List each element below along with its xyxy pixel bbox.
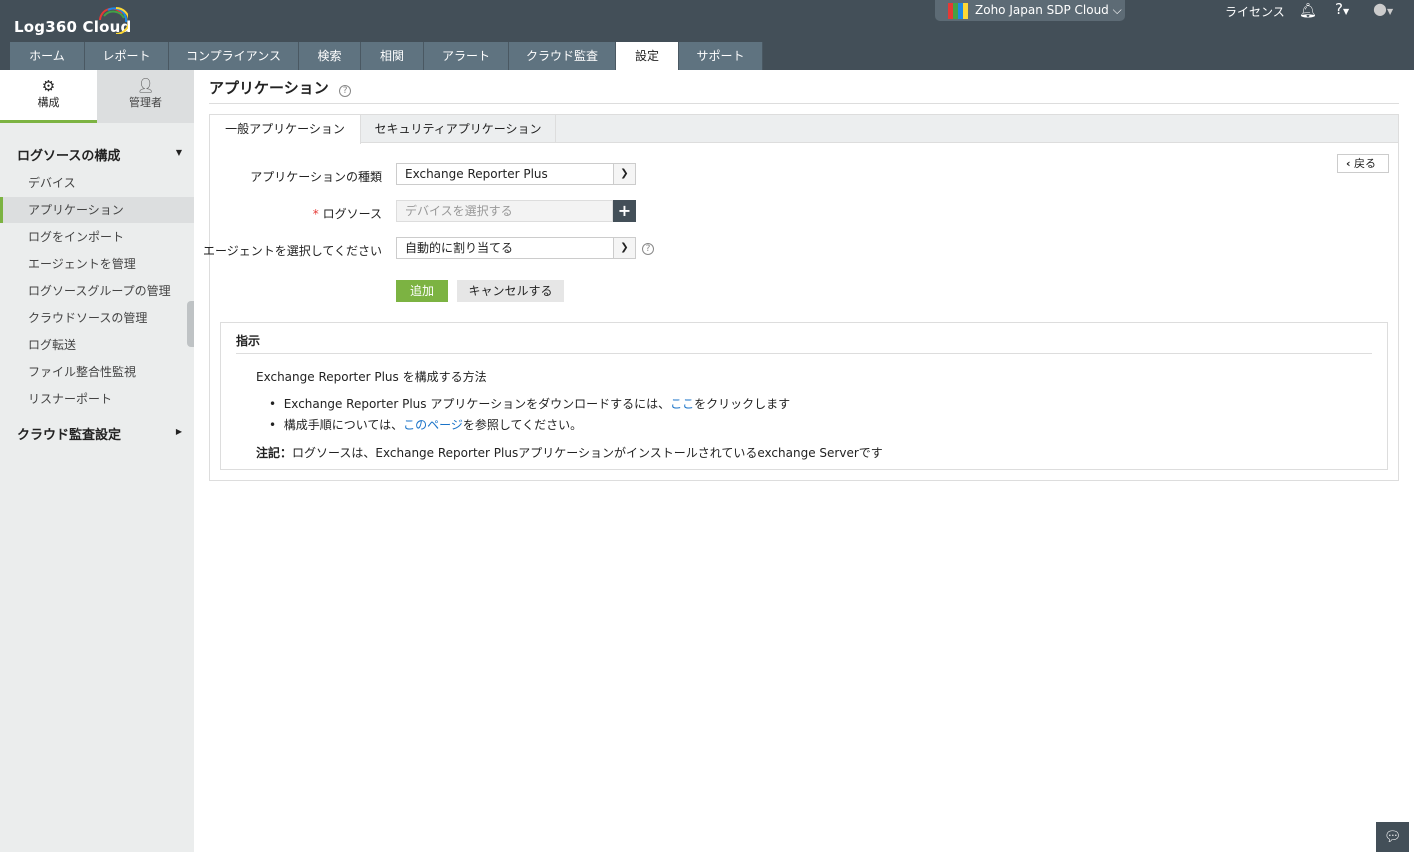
instructions-heading: Exchange Reporter Plus を構成する方法 bbox=[256, 370, 487, 384]
user-icon: 👤︎ bbox=[136, 78, 155, 94]
sidebar-item-file-integrity[interactable]: ファイル整合性監視 bbox=[0, 359, 194, 385]
user-avatar-icon[interactable]: ●▼ bbox=[1373, 0, 1393, 18]
logo-arc-icon bbox=[99, 7, 128, 34]
bullet-text: Exchange Reporter Plus アプリケーションをダウンロードする… bbox=[283, 397, 671, 411]
chevron-down-icon: ⌵ bbox=[1112, 3, 1122, 17]
note: 注記：ログソースは、Exchange Reporter Plusアプリケーション… bbox=[256, 444, 883, 461]
add-source-plus-icon[interactable]: + bbox=[613, 200, 636, 222]
nav-cloud-audit[interactable]: クラウド監査 bbox=[509, 42, 616, 70]
instruction-bullet: • Exchange Reporter Plus アプリケーションをダウンロード… bbox=[269, 397, 791, 411]
section-cloud-audit-settings[interactable]: クラウド監査設定 ▶ bbox=[17, 424, 182, 443]
sidebar-tab-admin[interactable]: 👤︎ 管理者 bbox=[97, 70, 194, 123]
instructions-title: 指示 bbox=[236, 334, 261, 348]
nav-search[interactable]: 検索 bbox=[299, 42, 361, 70]
bullet-text: を参照してください。 bbox=[462, 418, 583, 432]
section-log-source-config[interactable]: ログソースの構成 ▼ bbox=[17, 145, 182, 164]
divider bbox=[209, 103, 1399, 104]
back-button[interactable]: ‹ 戻る bbox=[1337, 154, 1389, 173]
org-selector[interactable]: Zoho Japan SDP Cloud ⌵ bbox=[935, 0, 1125, 21]
help-icon[interactable]: ? bbox=[642, 243, 654, 255]
help-menu[interactable]: ?▼ bbox=[1335, 0, 1349, 18]
sidebar-item-devices[interactable]: デバイス bbox=[0, 170, 194, 196]
section-label: クラウド監査設定 bbox=[17, 428, 122, 443]
sidebar-item-manage-agents[interactable]: エージェントを管理 bbox=[0, 251, 194, 277]
back-label: 戻る bbox=[1354, 157, 1377, 170]
gear-icon: ⚙ bbox=[41, 77, 56, 95]
tab-label: 管理者 bbox=[129, 96, 162, 109]
help-icon[interactable]: ? bbox=[339, 85, 352, 97]
app-type-value: Exchange Reporter Plus bbox=[405, 167, 548, 181]
chat-icon[interactable]: 💬︎ bbox=[1376, 822, 1409, 852]
nav-correlation[interactable]: 相関 bbox=[361, 42, 424, 70]
tab-general-apps[interactable]: 一般アプリケーション bbox=[210, 115, 361, 144]
top-header: Log360 Cloud Zoho Japan SDP Cloud ⌵ ライセン… bbox=[0, 0, 1414, 70]
nav-settings[interactable]: 設定 bbox=[616, 42, 679, 70]
cancel-button[interactable]: キャンセルする bbox=[457, 280, 564, 302]
page-title: アプリケーション ? bbox=[209, 77, 352, 98]
zoho-logo-icon bbox=[948, 3, 968, 19]
chevron-down-icon: ❯ bbox=[613, 164, 635, 184]
caret-down-icon: ▼ bbox=[175, 148, 182, 157]
sidebar-item-log-forwarding[interactable]: ログ転送 bbox=[0, 332, 194, 358]
application-panel: 一般アプリケーション セキュリティアプリケーション ‹ 戻る アプリケーションの… bbox=[203, 114, 1399, 481]
app-type-label: アプリケーションの種類 bbox=[210, 168, 382, 185]
sidebar-tab-config[interactable]: ⚙ 構成 bbox=[0, 70, 97, 123]
title-text: アプリケーション bbox=[209, 79, 329, 97]
sidebar-item-listener-port[interactable]: リスナーポート bbox=[0, 386, 194, 412]
caret-right-icon: ▶ bbox=[175, 427, 182, 436]
tab-label: 構成 bbox=[37, 96, 60, 109]
tab-security-apps[interactable]: セキュリティアプリケーション bbox=[361, 115, 556, 143]
bullet-text: 構成手順については、 bbox=[283, 418, 404, 432]
nav-support[interactable]: サポート bbox=[679, 42, 763, 70]
nav-compliance[interactable]: コンプライアンス bbox=[169, 42, 299, 70]
sidebar: ⚙ 構成 👤︎ 管理者 ログソースの構成 ▼ デバイス アプリケーション ログをインポ… bbox=[0, 70, 194, 852]
bullet-text: をクリックします bbox=[694, 397, 791, 411]
agent-value: 自動的に割り当てる bbox=[405, 241, 514, 255]
download-link[interactable]: ここ bbox=[670, 397, 694, 411]
nav-home[interactable]: ホーム bbox=[10, 42, 85, 70]
license-link[interactable]: ライセンス bbox=[1225, 3, 1285, 20]
log-source-label: * ログソース bbox=[210, 205, 382, 222]
sidebar-item-applications[interactable]: アプリケーション bbox=[0, 197, 194, 223]
required-label: * ログソース bbox=[313, 207, 382, 221]
note-label: 注記： bbox=[256, 446, 293, 460]
label-text: ログソース bbox=[322, 207, 382, 221]
log-source-input[interactable]: デバイスを選択する bbox=[396, 200, 613, 222]
app-type-select[interactable]: Exchange Reporter Plus ❯ bbox=[396, 163, 636, 185]
nav-alerts[interactable]: アラート bbox=[424, 42, 509, 70]
instruction-bullet: • 構成手順については、このページを参照してください。 bbox=[269, 418, 583, 432]
docs-link[interactable]: このページ bbox=[403, 418, 463, 432]
help-icon: ? bbox=[1335, 0, 1343, 18]
sidebar-item-import-logs[interactable]: ログをインポート bbox=[0, 224, 194, 250]
sidebar-collapse-handle[interactable] bbox=[187, 301, 194, 347]
sidebar-item-source-groups[interactable]: ログソースグループの管理 bbox=[0, 278, 194, 304]
label-text: アプリケーションの種類 bbox=[250, 170, 382, 184]
chevron-down-icon: ❯ bbox=[613, 238, 635, 258]
agent-label: エージェントを選択してください bbox=[203, 242, 382, 259]
org-name: Zoho Japan SDP Cloud bbox=[975, 3, 1109, 17]
agent-select[interactable]: 自動的に割り当てる ❯ bbox=[396, 237, 636, 259]
divider bbox=[236, 353, 1372, 354]
note-text: ログソースは、Exchange Reporter Plusアプリケーションがイン… bbox=[292, 446, 883, 460]
nav-reports[interactable]: レポート bbox=[85, 42, 169, 70]
bell-icon[interactable]: 🔔︎ bbox=[1299, 3, 1317, 19]
instructions-box: 指示 Exchange Reporter Plus を構成する方法 • Exch… bbox=[220, 322, 1388, 470]
required-asterisk: * bbox=[312, 207, 323, 221]
sidebar-item-cloud-sources[interactable]: クラウドソースの管理 bbox=[0, 305, 194, 331]
chevron-left-icon: ‹ bbox=[1346, 157, 1351, 170]
label-text: エージェントを選択してください bbox=[202, 244, 382, 258]
add-button[interactable]: 追加 bbox=[396, 280, 448, 302]
section-label: ログソースの構成 bbox=[17, 149, 121, 164]
